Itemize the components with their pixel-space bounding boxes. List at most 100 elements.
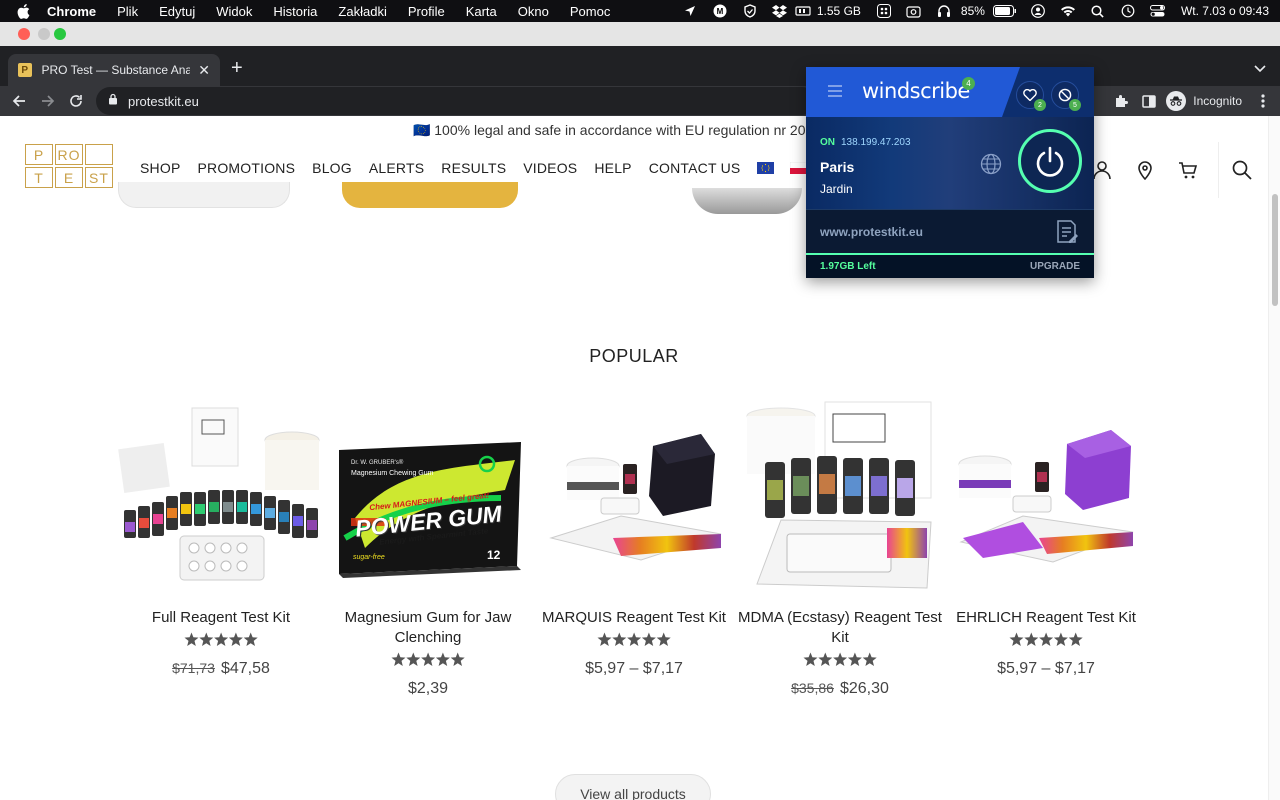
side-panel-icon[interactable] [1138, 90, 1160, 112]
product-card[interactable]: MARQUIS Reagent Test Kit $5,97 – $7,17 [531, 398, 737, 678]
windscribe-header: windscribe 4 2 5 [806, 67, 1094, 117]
favorites-heart-icon[interactable]: 2 [1016, 81, 1046, 111]
menu-contact-us[interactable]: CONTACT US [649, 160, 741, 176]
product-card[interactable]: Dr. W. GRUBER's® Magnesium Chewing Gum C… [325, 398, 531, 698]
menu-okno[interactable]: Okno [518, 4, 549, 19]
product-price: $2,39 [325, 680, 531, 698]
star-rating [943, 632, 1149, 650]
cart-icon[interactable] [1178, 160, 1200, 182]
memory-icon[interactable] [795, 0, 811, 22]
menu-plik[interactable]: Plik [117, 4, 138, 19]
shield-icon[interactable] [735, 0, 765, 22]
notification-badge[interactable]: 4 [962, 77, 975, 90]
account-user-icon[interactable] [1092, 160, 1114, 182]
protest-logo[interactable]: P RO T E ST [25, 144, 115, 188]
power-button[interactable] [1018, 129, 1082, 193]
current-price: $5,97 – $7,17 [997, 660, 1095, 677]
menu-help[interactable]: HELP [594, 160, 631, 176]
site-search-icon[interactable] [1232, 160, 1252, 185]
grid-app-icon[interactable] [869, 0, 899, 22]
gum-brand: Dr. W. GRUBER's® [351, 460, 404, 466]
battery-icon[interactable] [992, 0, 1017, 22]
menu-blog[interactable]: BLOG [312, 160, 352, 176]
page-scrollbar[interactable] [1268, 116, 1280, 800]
product-image[interactable] [737, 398, 943, 596]
globe-icon[interactable] [980, 153, 1002, 180]
svg-text:M: M [717, 7, 724, 16]
store-location-icon[interactable] [1135, 160, 1157, 182]
star-rating [118, 632, 324, 650]
tab-protest[interactable]: P PRO Test — Substance Analysis ✕ [8, 54, 220, 86]
menu-profile[interactable]: Profile [408, 4, 445, 19]
windscribe-menu-icon[interactable] [828, 84, 842, 102]
star-rating [531, 632, 737, 650]
windscribe-site-bar: www.protestkit.eu [806, 209, 1094, 253]
apple-icon[interactable] [17, 3, 31, 19]
menu-app-chrome[interactable]: Chrome [47, 4, 96, 19]
screenshot-icon[interactable] [899, 0, 929, 22]
location-city[interactable]: Paris [820, 159, 854, 175]
blocker-icon[interactable]: 5 [1051, 81, 1081, 111]
product-card[interactable]: MDMA (Ecstasy) Reagent Test Kit $35,86 $2… [737, 398, 943, 698]
menu-zakladki[interactable]: Zakładki [338, 4, 386, 19]
lock-icon[interactable] [108, 92, 118, 110]
menu-edytuj[interactable]: Edytuj [159, 4, 195, 19]
ip-address: 138.199.47.203 [841, 137, 911, 148]
menu-results[interactable]: RESULTS [441, 160, 506, 176]
m-app-icon[interactable]: M [705, 0, 735, 22]
location-arrow-icon[interactable] [675, 0, 705, 22]
product-image[interactable] [118, 398, 324, 596]
memory-usage: 1.55 GB [816, 4, 861, 18]
product-card[interactable]: EHRLICH Reagent Test Kit $5,97 – $7,17 [943, 398, 1149, 678]
site-notes-icon[interactable] [1056, 220, 1078, 249]
search-icon[interactable] [1083, 0, 1113, 22]
eu-flag-icon[interactable] [757, 162, 775, 174]
product-name[interactable]: EHRLICH Reagent Test Kit [943, 608, 1149, 628]
url-text[interactable]: protestkit.eu [128, 94, 199, 109]
product-name[interactable]: MDMA (Ecstasy) Reagent Test Kit [737, 608, 943, 648]
window-titlebar [0, 22, 1280, 46]
minimize-window-button[interactable] [38, 28, 50, 40]
menu-alerts[interactable]: ALERTS [369, 160, 424, 176]
menu-shop[interactable]: SHOP [140, 160, 180, 176]
wifi-icon[interactable] [1053, 0, 1083, 22]
zoom-window-button[interactable] [54, 28, 66, 40]
product-name[interactable]: MARQUIS Reagent Test Kit [531, 608, 737, 628]
close-window-button[interactable] [18, 28, 30, 40]
address-bar[interactable]: protestkit.eu [96, 87, 816, 115]
incognito-profile[interactable]: Incognito [1166, 91, 1242, 111]
poland-flag-icon[interactable] [790, 162, 808, 174]
dropbox-icon[interactable] [765, 0, 795, 22]
menu-widok[interactable]: Widok [216, 4, 252, 19]
product-image[interactable] [943, 398, 1149, 596]
product-name[interactable]: Full Reagent Test Kit [118, 608, 324, 628]
tab-search-chevron-icon[interactable] [1254, 60, 1266, 78]
product-name[interactable]: Magnesium Gum for Jaw Clenching [325, 608, 531, 648]
menu-historia[interactable]: Historia [273, 4, 317, 19]
scrollbar-thumb[interactable] [1272, 194, 1278, 306]
location-node[interactable]: Jardin [820, 182, 853, 196]
reload-icon[interactable] [65, 90, 87, 112]
upgrade-link[interactable]: UPGRADE [1030, 261, 1080, 272]
product-card[interactable]: Full Reagent Test Kit $71,73 $47,58 [118, 398, 324, 678]
close-tab-icon[interactable]: ✕ [198, 62, 210, 79]
time-machine-icon[interactable] [1113, 0, 1143, 22]
menu-videos[interactable]: VIDEOS [523, 160, 577, 176]
gum-subtitle: Magnesium Chewing Gum [351, 470, 434, 477]
user-switch-icon[interactable] [1023, 0, 1053, 22]
extensions-puzzle-icon[interactable] [1110, 90, 1132, 112]
view-all-products-button[interactable]: View all products [555, 774, 711, 800]
menu-promotions[interactable]: PROMOTIONS [197, 160, 295, 176]
back-arrow-icon[interactable] [8, 90, 30, 112]
profile-label: Incognito [1193, 94, 1242, 108]
forward-arrow-icon[interactable] [37, 90, 59, 112]
headphones-icon[interactable] [929, 0, 959, 22]
browser-menu-icon[interactable] [1252, 90, 1274, 112]
product-image[interactable]: Dr. W. GRUBER's® Magnesium Chewing Gum C… [325, 398, 531, 596]
product-image[interactable] [531, 398, 737, 596]
control-center-icon[interactable] [1143, 0, 1173, 22]
new-tab-icon[interactable]: + [231, 58, 243, 78]
menubar-clock[interactable]: Wt. 7.03 o 09:43 [1181, 4, 1269, 18]
menu-karta[interactable]: Karta [466, 4, 497, 19]
menu-pomoc[interactable]: Pomoc [570, 4, 610, 19]
